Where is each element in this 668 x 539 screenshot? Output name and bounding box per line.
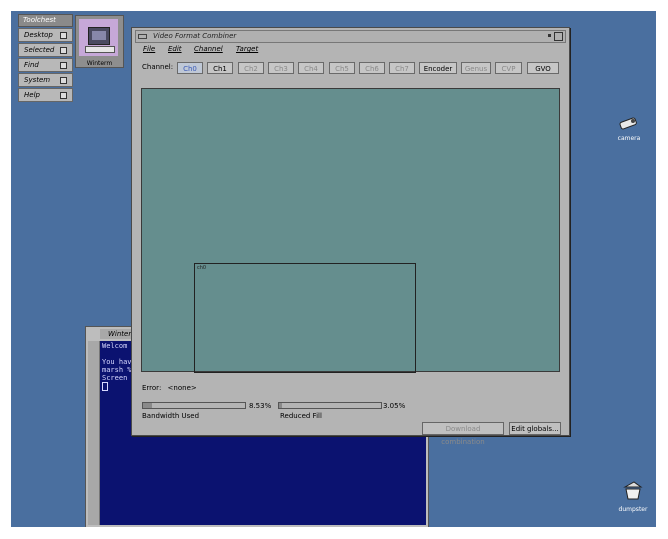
channel-button-ch2[interactable]: Ch2 [238,62,264,74]
toolchest-item-system[interactable]: System [18,73,73,87]
winterm-label: Winterm [86,60,113,67]
channel-button-ch6[interactable]: Ch6 [359,62,385,74]
channel-button-encoder[interactable]: Encoder [419,62,457,74]
bandwidth-meter-fill [143,403,152,408]
toolchest-item-desktop[interactable]: Desktop [18,28,73,42]
winterm-launcher[interactable]: Winterm [75,15,124,68]
submenu-icon [60,62,67,69]
channel-button-ch3[interactable]: Ch3 [268,62,294,74]
channel-button-cvp[interactable]: CVP [495,62,522,74]
download-combination-button[interactable]: Download combination [422,422,504,446]
camera-icon [619,117,637,130]
toolchest-title[interactable]: Toolchest [18,14,73,27]
submenu-icon [60,32,67,39]
window-menu-icon[interactable] [138,34,147,39]
toolchest-item-label: Selected [24,46,55,54]
channel-button-ch0[interactable]: Ch0 [177,62,203,74]
desktop: Toolchest Desktop Selected Find System H… [11,11,656,527]
menu-edit[interactable]: Edit [168,45,182,53]
bandwidth-label: Bandwidth Used [142,412,200,420]
dumpster-icon [623,481,643,500]
toolchest-item-help[interactable]: Help [18,88,73,102]
menu-file[interactable]: File [143,45,155,53]
edit-globals-button[interactable]: Edit globals... [509,422,561,435]
error-label: Error: [142,384,162,392]
toolchest-item-find[interactable]: Find [18,58,73,72]
submenu-icon [60,47,67,54]
video-format-combiner-window: Video Format Combiner File Edit Channel … [131,27,570,446]
terminal-cursor [102,382,108,391]
toolchest-item-label: Desktop [24,31,53,39]
computer-icon [79,19,118,56]
toolchest-item-selected[interactable]: Selected [18,43,73,57]
window-titlebar[interactable]: Video Format Combiner [135,30,566,43]
channel-region-tag: ch0 [197,265,207,271]
dumpster-desktop-icon[interactable]: dumpster [613,481,653,513]
menu-bar: File Edit Channel Target [135,44,566,56]
toolchest: Toolchest Desktop Selected Find System H… [18,14,73,102]
error-value: <none> [167,384,197,392]
toolchest-item-label: Help [24,91,40,99]
menu-channel[interactable]: Channel [194,45,223,53]
camera-desktop-icon[interactable]: camera [609,115,649,142]
reduced-fill-meter [278,402,382,409]
channel-label: Channel: [142,63,174,71]
bandwidth-meter [142,402,246,409]
reduced-fill-meter-fill [279,403,283,408]
error-row: Error: <none> [142,384,201,392]
winterm-scrollbar[interactable] [88,341,100,525]
menu-target[interactable]: Target [236,45,258,53]
submenu-icon [60,92,67,99]
toolchest-item-label: System [24,76,51,84]
channel-selector: Channel: Ch0 Ch1 Ch2 Ch3 Ch4 Ch5 Ch6 Ch7… [135,60,566,76]
dumpster-label: dumpster [618,506,648,513]
bandwidth-percent: 8.53% [249,402,272,410]
channel-button-ch4[interactable]: Ch4 [298,62,324,74]
reduced-fill-label: Reduced Fill [280,412,322,420]
reduced-fill-percent: 3.05% [383,402,406,410]
toolchest-item-label: Find [24,61,39,69]
channel-button-ch1[interactable]: Ch1 [207,62,233,74]
channel-button-gvo[interactable]: GVO [527,62,559,74]
camera-label: camera [617,135,641,142]
channel-button-ch5[interactable]: Ch5 [329,62,355,74]
minimize-icon[interactable] [548,34,551,37]
maximize-icon[interactable] [554,32,563,41]
submenu-icon [60,77,67,84]
channel-button-genus[interactable]: Genus [461,62,491,74]
channel-region-ch0[interactable]: ch0 [194,263,416,373]
combiner-canvas[interactable]: ch0 [141,88,560,373]
window-title: Video Format Combiner [153,32,237,40]
channel-button-ch7[interactable]: Ch7 [389,62,415,74]
